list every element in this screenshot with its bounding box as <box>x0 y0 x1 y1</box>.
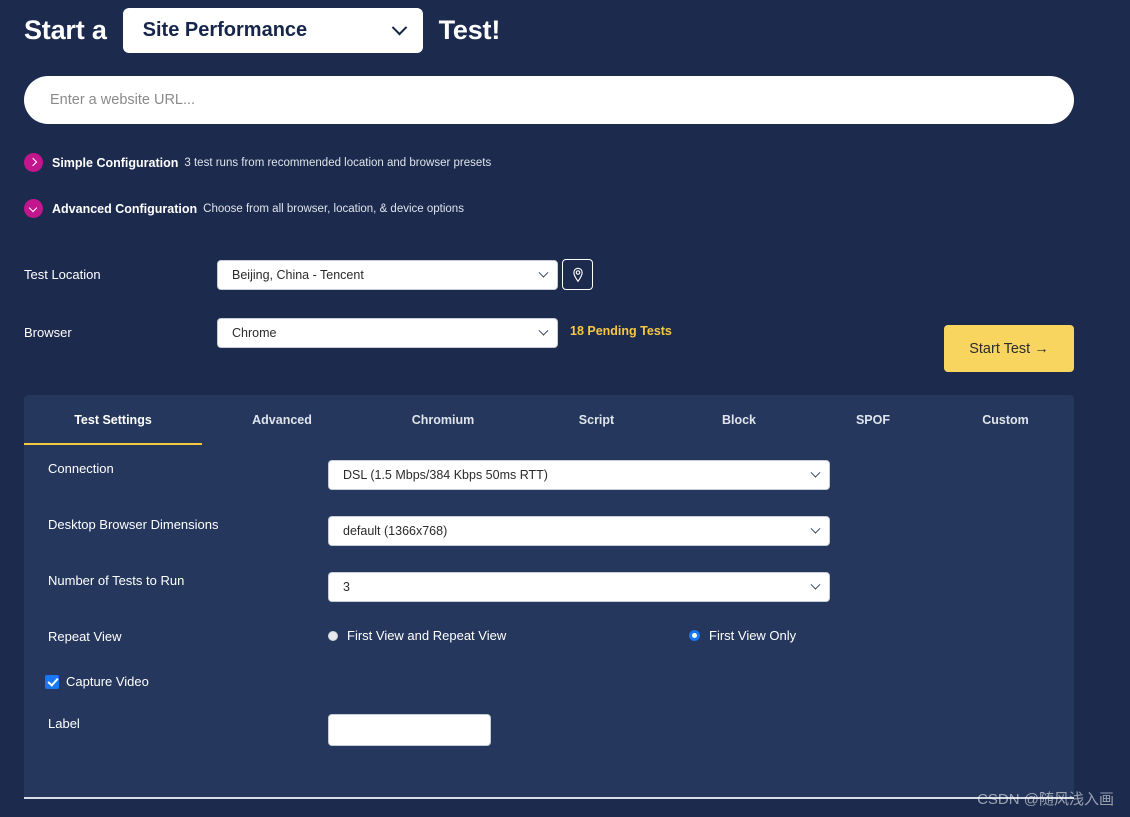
connection-value: DSL (1.5 Mbps/384 Kbps 50ms RTT) <box>343 468 548 482</box>
pending-tests-status: 18 Pending Tests <box>570 324 672 338</box>
radio-first-and-repeat-view-label: First View and Repeat View <box>347 628 507 643</box>
radio-button-selected-icon <box>689 630 700 641</box>
test-location-select[interactable]: Beijing, China - Tencent <box>217 260 558 290</box>
label-field-label: Label <box>48 716 80 731</box>
advanced-configuration-toggle[interactable]: Advanced Configuration Choose from all b… <box>24 199 464 218</box>
chevron-down-icon <box>538 325 549 336</box>
simple-configuration-title: Simple Configuration <box>52 155 179 170</box>
tab-advanced[interactable]: Advanced <box>202 395 362 445</box>
test-location-value: Beijing, China - Tencent <box>232 268 364 282</box>
radio-button-icon <box>328 630 338 641</box>
browser-select[interactable]: Chrome <box>217 318 558 348</box>
chevron-down-icon <box>810 523 821 534</box>
header-suffix-text: Test! <box>438 14 501 45</box>
simple-configuration-description: 3 test runs from recommended location an… <box>184 156 492 169</box>
simple-configuration-toggle[interactable]: Simple Configuration 3 test runs from re… <box>24 153 491 172</box>
website-url-input[interactable] <box>24 76 1074 124</box>
browser-value: Chrome <box>232 326 277 340</box>
number-of-tests-value: 3 <box>343 580 350 594</box>
tab-spof[interactable]: SPOF <box>809 395 937 445</box>
header-prefix-text: Start a <box>24 14 107 45</box>
browser-dimensions-value: default (1366x768) <box>343 524 448 538</box>
radio-first-view-only-label: First View Only <box>709 628 797 643</box>
chevron-down-icon <box>810 467 821 478</box>
chevron-right-circle-icon <box>24 153 43 172</box>
number-of-tests-select[interactable]: 3 <box>328 572 830 602</box>
tab-custom[interactable]: Custom <box>937 395 1074 445</box>
label-input[interactable] <box>328 714 491 746</box>
checkmark-icon <box>45 674 59 689</box>
connection-select[interactable]: DSL (1.5 Mbps/384 Kbps 50ms RTT) <box>328 460 830 490</box>
capture-video-label: Capture Video <box>66 674 149 689</box>
test-location-label: Test Location <box>24 267 101 282</box>
number-of-tests-label: Number of Tests to Run <box>48 573 185 588</box>
tab-test-settings[interactable]: Test Settings <box>24 395 202 445</box>
chevron-down-icon <box>538 267 549 278</box>
chevron-down-circle-icon <box>24 199 43 218</box>
tab-script[interactable]: Script <box>524 395 669 445</box>
browser-dimensions-label: Desktop Browser Dimensions <box>48 517 219 532</box>
chevron-down-icon <box>810 579 821 590</box>
browser-dimensions-select[interactable]: default (1366x768) <box>328 516 830 546</box>
panel-bottom-divider <box>24 797 1074 799</box>
start-test-button[interactable]: Start Test → <box>944 325 1074 372</box>
location-picker-button[interactable] <box>562 259 593 290</box>
test-type-dropdown[interactable]: Site Performance <box>122 7 423 53</box>
connection-label: Connection <box>48 461 114 476</box>
advanced-configuration-description: Choose from all browser, location, & dev… <box>203 202 464 215</box>
page-header: Start a Site Performance Test! <box>0 0 1130 60</box>
map-pin-icon <box>572 267 583 282</box>
advanced-configuration-title: Advanced Configuration <box>52 201 198 216</box>
settings-tab-bar: Test Settings Advanced Chromium Script B… <box>24 395 1074 445</box>
chevron-down-icon <box>391 19 407 35</box>
capture-video-checkbox[interactable]: Capture Video <box>45 674 149 689</box>
tab-block[interactable]: Block <box>669 395 809 445</box>
repeat-view-label: Repeat View <box>48 629 122 644</box>
radio-first-and-repeat-view[interactable]: First View and Repeat View <box>328 628 506 643</box>
radio-first-view-only[interactable]: First View Only <box>689 628 796 643</box>
browser-label: Browser <box>24 325 72 340</box>
test-type-selected-value: Site Performance <box>142 18 308 41</box>
tab-chromium[interactable]: Chromium <box>362 395 524 445</box>
